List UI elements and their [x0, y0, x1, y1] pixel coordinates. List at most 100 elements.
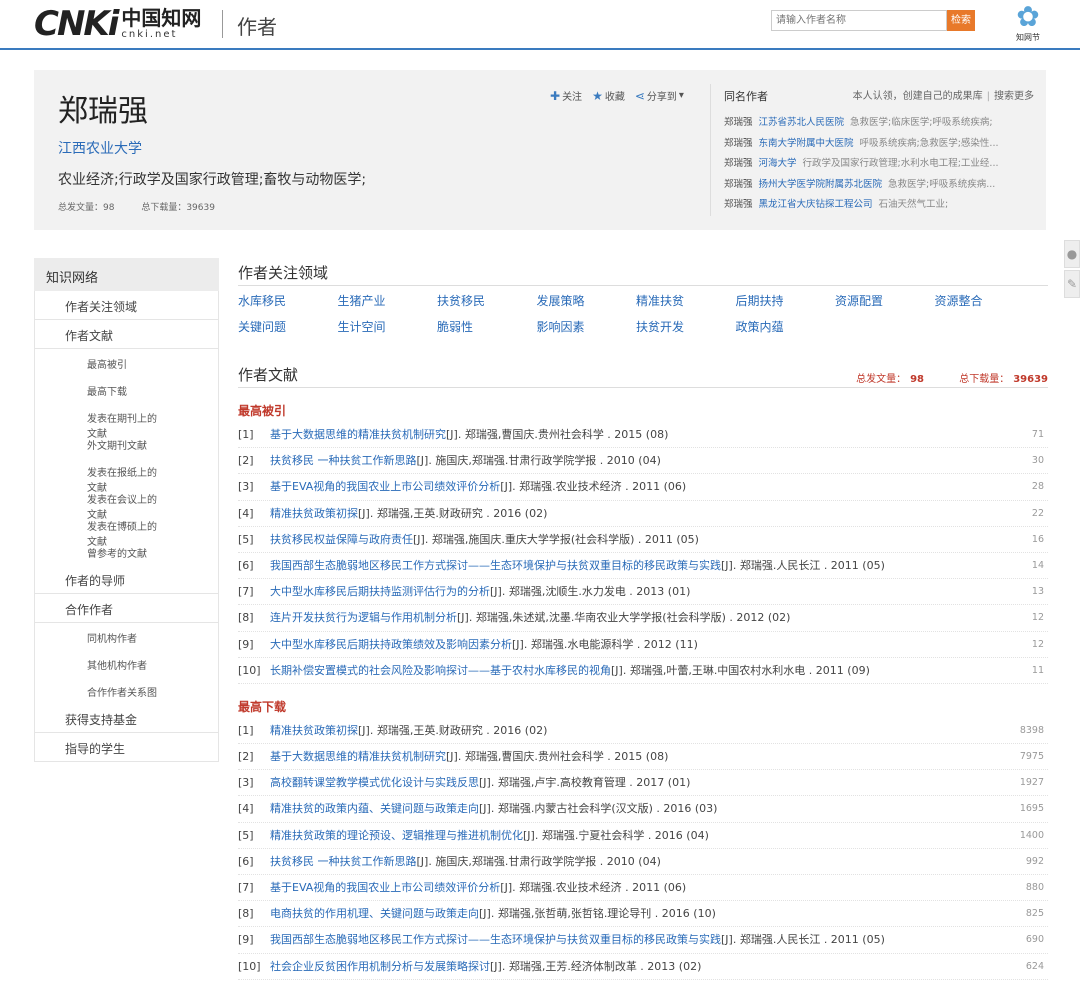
focus-keyword-link[interactable]: 发展策略: [537, 290, 637, 316]
same-name-author[interactable]: 郑瑞强: [724, 179, 753, 190]
doc-index: [6]: [238, 854, 254, 868]
sidebar-item[interactable]: 作者文献: [34, 320, 219, 349]
page-title: 作者: [237, 15, 277, 39]
doc-title-link[interactable]: 精准扶贫的政策内蕴、关键问题与政策走向: [270, 802, 479, 815]
doc-count: 13: [1031, 586, 1044, 598]
doc-title-link[interactable]: 精准扶贫政策初探: [270, 724, 358, 737]
doc-index: [3]: [238, 480, 254, 494]
focus-keyword-link[interactable]: 生计空间: [338, 316, 438, 342]
focus-keyword-link[interactable]: 扶贫移民: [437, 290, 537, 316]
sidebar-item[interactable]: 同机构作者: [34, 623, 219, 650]
author-stats: 总发文量：98 总下载量：39639: [58, 200, 239, 213]
share-button[interactable]: ⋖ 分享到 ▾: [635, 88, 684, 104]
sidebar-item[interactable]: 作者的导师: [34, 565, 219, 594]
same-name-org[interactable]: 黑龙江省大庆钻探工程公司: [759, 199, 873, 210]
logo-cn: 中国知网 cnki.net: [121, 8, 201, 40]
same-name-author[interactable]: 郑瑞强: [724, 117, 753, 128]
doc-title-link[interactable]: 社会企业反贫困作用机制分析与发展策略探讨: [270, 960, 490, 973]
focus-keyword-link[interactable]: 水库移民: [238, 290, 338, 316]
doc-title-link[interactable]: 电商扶贫的作用机理、关键问题与政策走向: [270, 907, 479, 920]
focus-keyword-link[interactable]: 后期扶持: [736, 290, 836, 316]
focus-keyword-link[interactable]: 政策内蕴: [736, 316, 836, 342]
doc-meta: [J]. 郑瑞强,曹国庆.贵州社会科学 . 2015 (08): [446, 428, 669, 441]
doc-title-link[interactable]: 我国西部生态脆弱地区移民工作方式探讨——生态环境保护与扶贫双重目标的移民政策与实…: [270, 559, 721, 572]
doc-meta: [J]. 郑瑞强,卢宇.高校教育管理 . 2017 (01): [479, 776, 691, 790]
main-content: 作者关注领域 水库移民 生猪产业 扶贫移民 发展策略 精准扶贫 后期扶持 资源配置 资源整合关…: [238, 262, 1048, 980]
sidebar-item[interactable]: 合作作者关系图: [34, 677, 219, 704]
author-search-input[interactable]: [771, 10, 947, 31]
same-name-org[interactable]: 江苏省苏北人民医院: [759, 117, 845, 128]
doc-count: 624: [1025, 960, 1044, 972]
author-org-link[interactable]: 江西农业大学: [58, 138, 142, 158]
author-fields: 农业经济;行政学及国家行政管理;畜牧与动物医学;: [58, 172, 367, 188]
doc-count: 28: [1031, 481, 1044, 493]
sidebar-item[interactable]: 外文期刊文献: [34, 430, 219, 457]
sidebar-item[interactable]: 曾参考的文献: [34, 538, 219, 565]
same-name-org[interactable]: 河海大学: [759, 158, 797, 169]
brand-label: 知网节: [1016, 33, 1040, 42]
doc-row: [4] 精准扶贫政策初探[J]. 郑瑞强,王英.财政研究 . 2016 (02) 2…: [238, 501, 1048, 527]
doc-index: [2]: [238, 454, 254, 468]
same-name-author[interactable]: 郑瑞强: [724, 199, 753, 210]
doc-row: [6] 扶贫移民 一种扶贫工作新思路[J]. 施国庆,郑瑞强.甘肃行政学院学报 .…: [238, 849, 1048, 875]
doc-meta: [J]. 郑瑞强.水电能源科学 . 2012 (11): [512, 637, 698, 651]
focus-keyword-link[interactable]: 脆弱性: [437, 316, 537, 342]
certify-link[interactable]: 本人认领，创建自己的成果库: [853, 91, 983, 102]
focus-keyword-link[interactable]: 资源整合: [935, 290, 1035, 316]
zhiwangjie-link[interactable]: ✿ 知网节: [1008, 2, 1048, 48]
logo-en-text: cnki.net: [121, 29, 178, 40]
sidebar-item[interactable]: 作者关注领域: [34, 291, 219, 320]
same-name-author[interactable]: 郑瑞强: [724, 158, 753, 169]
focus-keyword-link[interactable]: 资源配置: [835, 290, 935, 316]
same-name-org[interactable]: 东南大学附属中大医院: [759, 138, 854, 149]
same-name-org[interactable]: 扬州大学医学院附属苏北医院: [759, 179, 883, 190]
comment-icon[interactable]: ●: [1064, 240, 1080, 268]
doc-title-link[interactable]: 我国西部生态脆弱地区移民工作方式探讨——生态环境保护与扶贫双重目标的移民政策与实…: [270, 933, 721, 946]
follow-button[interactable]: ✚ 关注: [550, 88, 582, 104]
focus-keyword-link[interactable]: 精准扶贫: [636, 290, 736, 316]
docs-section-title: 作者文献: [238, 366, 299, 384]
doc-row: [7] 基于EVA视角的我国农业上市公司绩效评价分析[J]. 郑瑞强.农业技术经济…: [238, 875, 1048, 902]
doc-index: [9]: [238, 933, 254, 947]
cnki-logo[interactable]: CNKi 中国知网 cnki.net: [34, 4, 201, 44]
doc-count: 11: [1031, 664, 1044, 676]
doc-title-link[interactable]: 扶贫移民权益保障与政府责任: [270, 533, 413, 546]
focus-keyword-link[interactable]: 扶贫开发: [636, 316, 736, 342]
doc-title-link[interactable]: 长期补偿安置模式的社会风险及影响探讨——基于农村水库移民的视角: [270, 664, 611, 677]
doc-title-link[interactable]: 扶贫移民 一种扶贫工作新思路: [270, 454, 417, 467]
doc-row: [8] 电商扶贫的作用机理、关键问题与政策走向[J]. 郑瑞强,张哲萌,张哲铭.理…: [238, 901, 1048, 928]
doc-title-link[interactable]: 大中型水库移民后期扶持政策绩效及影响因素分析: [270, 638, 512, 651]
sidebar-item[interactable]: 发表在报纸上的文献: [34, 457, 219, 494]
sidebar-item[interactable]: 指导的学生: [34, 733, 219, 762]
doc-title-link[interactable]: 扶贫移民 一种扶贫工作新思路: [270, 855, 417, 868]
sidebar-item[interactable]: 最高被引: [34, 349, 219, 376]
doc-meta: [J]. 郑瑞强,张哲萌,张哲铭.理论导刊 . 2016 (10): [479, 907, 716, 921]
doc-row: [9] 我国西部生态脆弱地区移民工作方式探讨——生态环境保护与扶贫双重目标的移民政…: [238, 927, 1048, 954]
doc-title-link[interactable]: 基于大数据思维的精准扶贫机制研究: [270, 428, 446, 441]
sidebar-item[interactable]: 合作作者: [34, 594, 219, 623]
sidebar-item[interactable]: 发表在会议上的文献: [34, 484, 219, 521]
sidebar-item[interactable]: 获得支持基金: [34, 704, 219, 733]
focus-keyword-link[interactable]: 关键问题: [238, 316, 338, 342]
favorite-button[interactable]: ★ 收藏: [592, 88, 625, 104]
doc-title-link[interactable]: 连片开发扶贫行为逻辑与作用机制分析: [270, 611, 457, 624]
sidebar-item[interactable]: 其他机构作者: [34, 650, 219, 677]
pen-icon[interactable]: ✎: [1064, 270, 1080, 298]
doc-title-link[interactable]: 基于EVA视角的我国农业上市公司绩效评价分析: [270, 480, 500, 493]
docs-total-downloads: 总下载量： 39639: [959, 374, 1048, 385]
doc-meta: [J]. 郑瑞强,王芳.经济体制改革 . 2013 (02): [490, 959, 702, 973]
sidebar-item[interactable]: 发表在博硕上的文献: [34, 511, 219, 548]
same-name-author[interactable]: 郑瑞强: [724, 138, 753, 149]
doc-title-link[interactable]: 高校翻转课堂教学模式优化设计与实践反思: [270, 776, 479, 789]
doc-title-link[interactable]: 精准扶贫政策的理论预设、逻辑推理与推进机制优化: [270, 829, 523, 842]
sidebar-item[interactable]: 发表在期刊上的文献: [34, 403, 219, 440]
focus-keyword-link[interactable]: 影响因素: [537, 316, 637, 342]
search-button[interactable]: 检索: [947, 10, 975, 31]
doc-title-link[interactable]: 大中型水库移民后期扶持监测评估行为的分析: [270, 585, 490, 598]
search-more-link[interactable]: 搜索更多: [994, 91, 1034, 102]
doc-title-link[interactable]: 基于大数据思维的精准扶贫机制研究: [270, 750, 446, 763]
doc-title-link[interactable]: 基于EVA视角的我国农业上市公司绩效评价分析: [270, 881, 500, 894]
sidebar-item[interactable]: 最高下载: [34, 376, 219, 403]
doc-title-link[interactable]: 精准扶贫政策初探: [270, 507, 358, 520]
focus-keyword-link[interactable]: 生猪产业: [338, 290, 438, 316]
